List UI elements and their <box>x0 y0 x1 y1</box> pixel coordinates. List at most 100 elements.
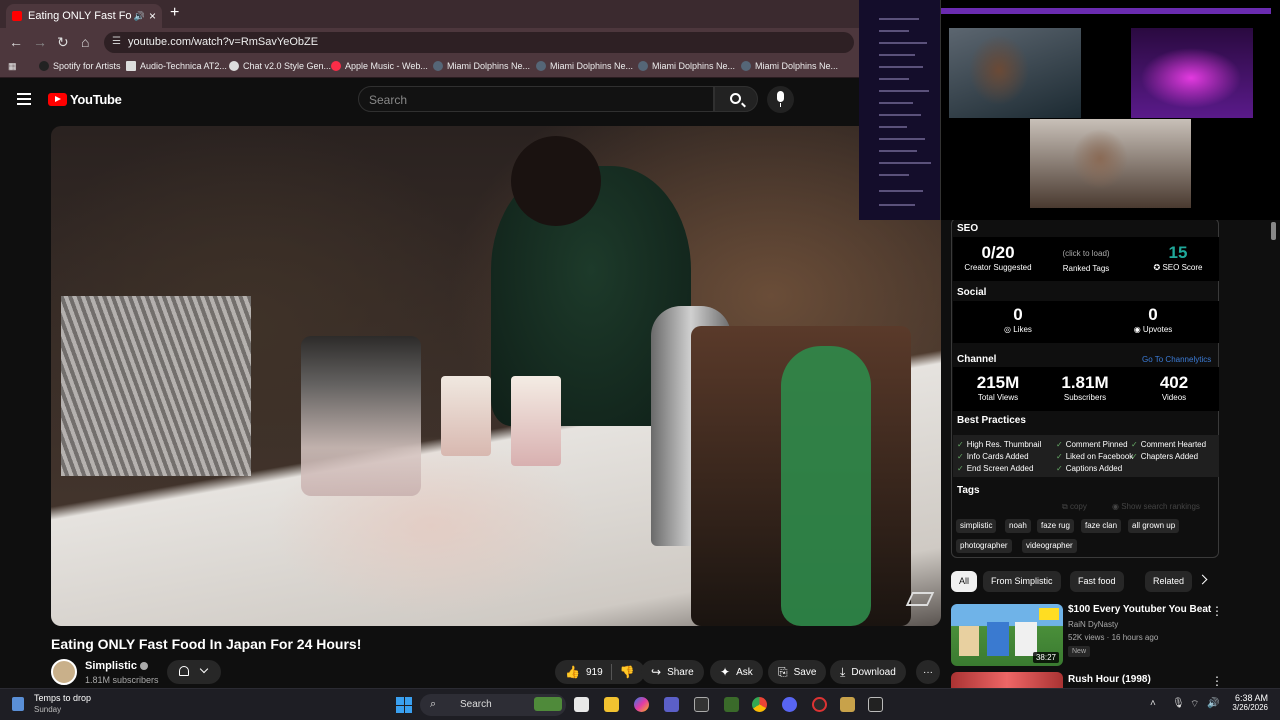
chip-from-simplistic[interactable]: From Simplistic <box>983 571 1061 592</box>
obs-icon[interactable] <box>812 697 827 712</box>
more-vertical-icon[interactable]: ⋮ <box>1211 604 1223 618</box>
page-scrollbar[interactable] <box>1271 222 1276 240</box>
copy-tags-button[interactable]: ⧉ copy <box>1062 502 1087 512</box>
spotify-icon <box>39 61 49 71</box>
tag-chip[interactable]: all grown up <box>1128 519 1180 533</box>
chip-all[interactable]: All <box>951 571 978 592</box>
best-practice-item: ✓ Info Cards Added <box>957 452 1029 461</box>
ask-button[interactable]: ✦ Ask <box>710 660 763 684</box>
address-bar[interactable]: ☰ youtube.com/watch?v=RmSavYeObZE <box>104 32 854 53</box>
like-count[interactable]: 919 <box>586 667 603 678</box>
site-info-icon[interactable]: ☰ <box>112 36 121 47</box>
bookmark-item[interactable]: Spotify for Artists <box>39 61 121 71</box>
sparkle-icon: ✦ <box>720 665 731 679</box>
bookmark-item[interactable]: Miami Dolphins Ne... <box>433 61 530 71</box>
reddit-icon: ◉ <box>1133 325 1143 334</box>
dolphins-icon <box>536 61 546 71</box>
show-search-rankings-button[interactable]: ◉ Show search rankings <box>1112 502 1200 511</box>
thumbs-down-icon[interactable]: 👎 <box>620 665 635 679</box>
chrome-icon[interactable] <box>752 697 767 712</box>
taskbar-search-input[interactable]: ⌕ Search <box>420 694 566 716</box>
new-tab-button[interactable]: + <box>170 4 179 22</box>
app-icon[interactable] <box>868 697 883 712</box>
more-vertical-icon[interactable]: ⋮ <box>1211 674 1223 688</box>
address-bar-url: youtube.com/watch?v=RmSavYeObZE <box>128 36 319 48</box>
video-player[interactable] <box>51 126 941 626</box>
recommendation-thumbnail[interactable] <box>951 672 1063 688</box>
minecraft-icon[interactable] <box>724 697 739 712</box>
youtube-logo[interactable]: YouTube <box>48 92 122 107</box>
chip-related[interactable]: Related <box>1145 571 1193 592</box>
seo-stats: 0/20 Creator Suggested (click to load) R… <box>953 237 1219 281</box>
pitcher <box>301 336 421 496</box>
check-icon: ✓ <box>957 464 964 473</box>
channel-avatar[interactable] <box>51 659 77 685</box>
teams-icon[interactable] <box>664 697 679 712</box>
go-to-channelytics-link[interactable]: Go To Channelytics <box>1142 355 1211 364</box>
recommendation-thumbnail[interactable]: 38:27 <box>951 604 1063 666</box>
tag-chip[interactable]: simplistic <box>956 519 997 533</box>
recommendation-channel[interactable]: RaiN DyNasty <box>1068 620 1118 629</box>
stream-banner <box>941 8 1271 14</box>
bell-icon <box>179 666 189 676</box>
ranked-tags-stat[interactable]: (click to load) Ranked Tags <box>1053 249 1119 273</box>
download-button[interactable]: ⤓ Download <box>830 660 906 684</box>
bookmark-item[interactable]: Apple Music - Web... <box>331 61 428 71</box>
share-button[interactable]: ↪ Share <box>641 660 704 684</box>
wifi-icon[interactable]: ⌔ <box>1190 698 1199 711</box>
show-hidden-icons[interactable]: ˄ <box>1150 698 1156 709</box>
bookmark-item[interactable]: Audio-Technica AT2... <box>126 61 227 71</box>
windows-start-icon[interactable] <box>396 697 412 713</box>
file-explorer-icon[interactable] <box>604 697 619 712</box>
browser-tab[interactable]: Eating ONLY Fast Food In Japan 🔊 × <box>6 4 162 28</box>
chip-fast-food[interactable]: Fast food <box>1070 571 1124 592</box>
save-button[interactable]: ⎘ Save <box>768 660 827 684</box>
best-practice-item: ✓ High Res. Thumbnail <box>957 440 1042 449</box>
channel-name[interactable]: Simplistic <box>85 660 148 672</box>
dolphins-icon <box>433 61 443 71</box>
back-icon[interactable]: ← <box>9 34 23 50</box>
voice-search-button[interactable] <box>767 86 794 113</box>
close-tab-icon[interactable]: × <box>149 9 156 23</box>
audio-playing-icon[interactable]: 🔊 <box>134 11 145 22</box>
bookmark-item[interactable]: Chat v2.0 Style Gen... <box>229 61 331 71</box>
reload-icon[interactable]: ↻ <box>57 34 69 51</box>
tag-chip[interactable]: videographer <box>1022 539 1077 553</box>
volume-icon[interactable]: 🔊 <box>1207 698 1219 709</box>
dolphins-icon <box>638 61 648 71</box>
capcut-icon[interactable] <box>694 697 709 712</box>
apps-grid-icon[interactable]: ▦ <box>8 61 17 72</box>
tag-chip[interactable]: faze rug <box>1037 519 1074 533</box>
tag-chip[interactable]: noah <box>1005 519 1031 533</box>
tag-chip[interactable]: photographer <box>956 539 1012 553</box>
bookmark-item[interactable]: Miami Dolphins Ne... <box>638 61 735 71</box>
check-icon: ✓ <box>1056 440 1063 449</box>
discord-icon[interactable] <box>782 697 797 712</box>
tag-chip[interactable]: faze clan <box>1081 519 1122 533</box>
task-view-icon[interactable] <box>574 697 589 712</box>
thumbs-up-icon[interactable]: 👍 <box>565 665 580 679</box>
copilot-icon[interactable] <box>634 697 649 712</box>
search-button[interactable] <box>714 86 758 112</box>
upvotes-stat: 0 ◉ Upvotes <box>1133 305 1173 334</box>
best-practice-item: ✓ Chapters Added <box>1131 452 1199 461</box>
recommendation-title[interactable]: Rush Hour (1998) <box>1068 674 1151 685</box>
copy-icon: ⧉ <box>1062 502 1070 511</box>
microphone-tray-icon[interactable]: 🎙 <box>1172 698 1185 709</box>
home-icon[interactable]: ⌂ <box>81 34 89 50</box>
notification-bell-button[interactable] <box>167 660 221 684</box>
green-plant <box>781 346 871 626</box>
stream-overlay-window[interactable] <box>859 0 1280 220</box>
forward-icon[interactable]: → <box>33 34 47 50</box>
search-input[interactable]: Search <box>358 86 714 112</box>
recommendation-title[interactable]: $100 Every Youtuber You Beat <box>1068 604 1211 615</box>
best-practice-item: ✓ End Screen Added <box>957 464 1034 473</box>
menu-icon[interactable] <box>17 93 31 105</box>
bookmark-item[interactable]: Miami Dolphins Ne... <box>741 61 838 71</box>
more-actions-button[interactable]: ··· <box>916 660 940 684</box>
barista-hair <box>511 136 601 226</box>
app-icon[interactable] <box>840 697 855 712</box>
taskbar-clock[interactable]: 6:38 AM 3/26/2026 <box>1222 693 1268 712</box>
bookmark-item[interactable]: Miami Dolphins Ne... <box>536 61 633 71</box>
verified-icon <box>139 662 148 671</box>
